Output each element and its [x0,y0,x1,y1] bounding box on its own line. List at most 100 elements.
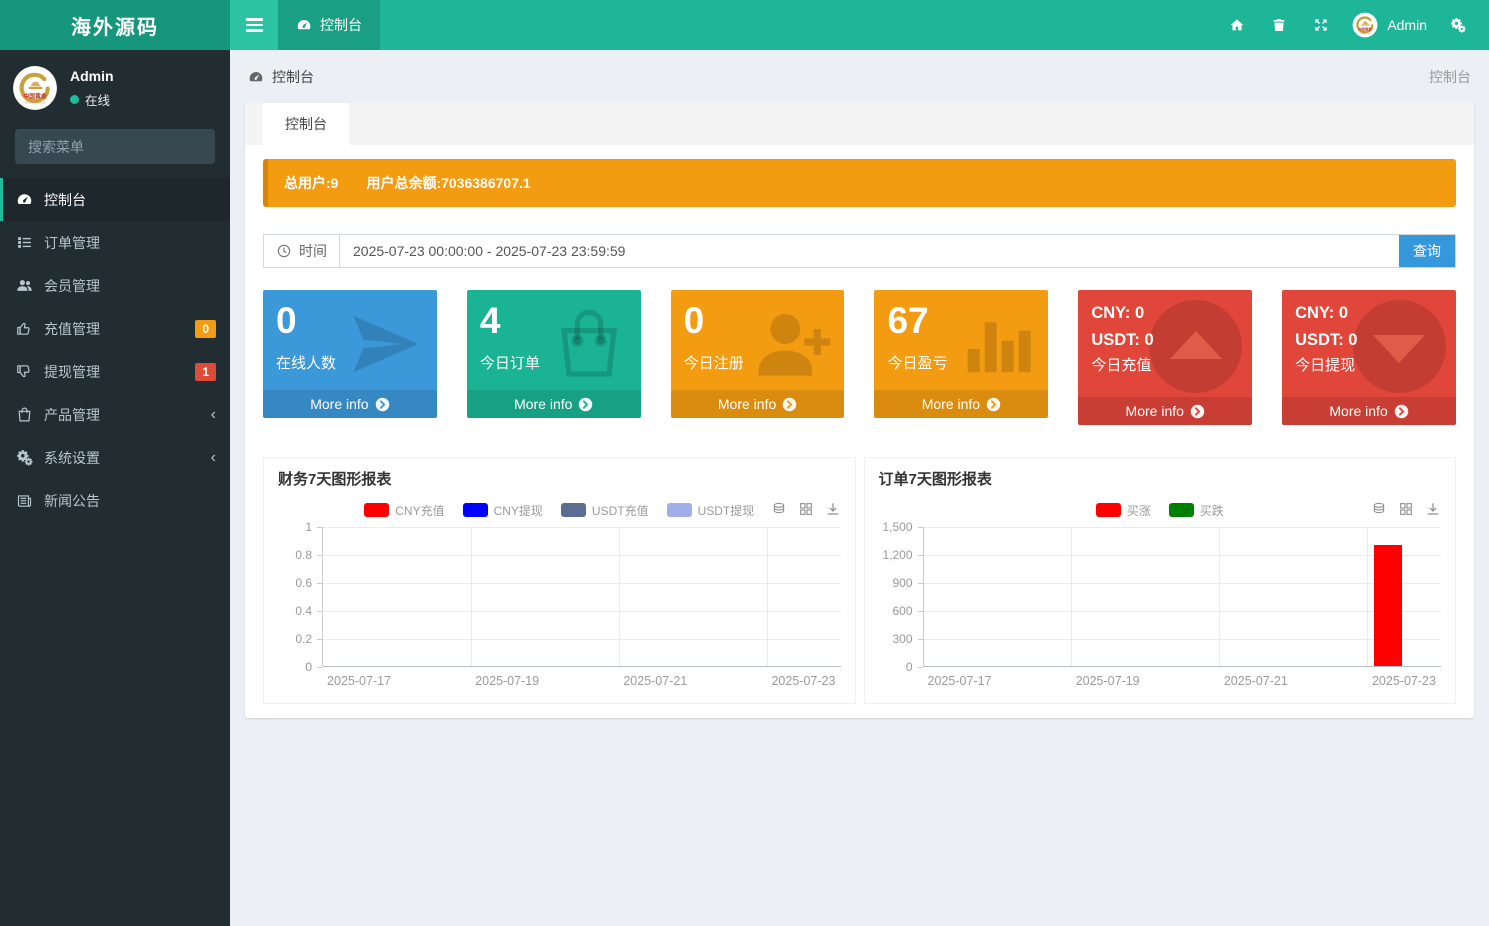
breadcrumb-current: 控制台 [1429,69,1471,85]
gridline [1219,527,1221,666]
sidebar-toggle-button[interactable] [230,0,278,50]
online-status-dot [70,94,79,104]
query-button[interactable]: 查询 [1399,235,1455,267]
stack-icon[interactable] [771,501,787,520]
download-icon[interactable] [1425,501,1441,520]
time-filter-label: 时间 [264,235,340,267]
stat-number: 4 [479,300,501,341]
tab-dashboard[interactable]: 控制台 [263,103,349,145]
sidebar-item-products[interactable]: 产品管理 ‹ [0,393,230,436]
chart-title: 订单7天图形报表 [878,471,992,488]
avatar: 中国黄金 CHINA GOLD [1352,12,1378,38]
home-button[interactable] [1216,0,1258,50]
sidebar-item-dashboard[interactable]: 控制台 [0,178,230,221]
gears-icon [15,448,34,467]
more-info-link[interactable]: More info [466,390,641,418]
y-tick-label: 1,200 [882,548,913,562]
trash-button[interactable] [1258,0,1300,50]
y-tick-label: 0.2 [295,632,312,646]
stat-label: 今日注册 [683,354,744,372]
sidebar-user-status[interactable]: 在线 [70,90,114,109]
search-input[interactable] [15,129,215,164]
sidebar-item-recharge[interactable]: 充值管理 0 [0,307,230,350]
total-balance: 用户总余额:7036386707.1 [366,175,531,191]
legend-item[interactable]: 买跌 [1168,502,1224,519]
stat-line: USDT: 0 [1295,331,1358,350]
y-tick-label: 0.6 [295,576,312,590]
tiled-icon[interactable] [1398,501,1414,520]
time-range-input[interactable]: 2025-07-23 00:00:00 - 2025-07-23 23:59:5… [340,235,1399,267]
list-icon [15,233,34,252]
arrow-circle-right-icon [578,397,593,412]
y-axis: 0 300 600 900 1,200 1,500 [879,520,923,674]
arrow-circle-right-icon [986,397,1001,412]
more-info-link[interactable]: More info [263,390,437,418]
legend-item[interactable]: USDT充值 [560,502,649,519]
navbar-tab-dashboard[interactable]: 控制台 [278,0,380,50]
legend-item[interactable]: CNY充值 [364,502,445,519]
stat-label: 今日盈亏 [887,354,948,372]
chart-title: 财务7天图形报表 [278,471,392,488]
sidebar-item-label: 控制台 [44,191,86,208]
time-filter: 时间 2025-07-23 00:00:00 - 2025-07-23 23:5… [263,234,1456,268]
tab-header: 控制台 [245,103,1474,145]
y-tick-label: 0 [305,660,312,674]
users-icon [15,276,34,295]
chart-plot [922,527,1441,667]
gridline [1367,527,1369,666]
svg-text:CHINA GOLD: CHINA GOLD [1360,32,1372,35]
sidebar-user-name: Admin [70,67,114,84]
legend-swatch [364,503,390,517]
dashboard-card: 控制台 总用户:9 用户总余额:7036386707.1 时间 2025-07-… [245,103,1474,718]
legend-item[interactable]: 买涨 [1095,502,1151,519]
fullscreen-button[interactable] [1300,0,1342,50]
avatar: 中国黄金 CHINA GOLD [12,65,58,111]
x-tick-label: 2025-07-21 [623,674,688,688]
settings-button[interactable] [1437,0,1479,50]
y-tick-label: 300 [892,632,913,646]
sidebar-item-withdraw[interactable]: 提现管理 1 [0,350,230,393]
stat-label: 今日订单 [479,354,540,372]
legend-item[interactable]: CNY提现 [462,502,543,519]
y-tick-label: 1 [305,520,312,534]
more-info-link[interactable]: More info [1078,397,1253,425]
user-menu[interactable]: 中国黄金 CHINA GOLD Admin [1342,12,1437,38]
download-icon[interactable] [825,501,841,520]
navbar-tab-label: 控制台 [320,17,362,33]
stat-number: 0 [683,300,705,341]
stat-box-today-orders: 4 今日订单 More info [466,290,641,418]
legend-swatch [560,503,586,517]
x-tick-label: 2025-07-17 [927,674,992,688]
charts-row: 财务7天图形报表 CNY充值 CNY提现 USDT充值 USDT提现 0 0.2 0.4 0… [263,457,1456,704]
gridline [923,639,1441,640]
stack-icon[interactable] [1371,501,1387,520]
sidebar-item-news[interactable]: 新闻公告 [0,479,230,522]
tiled-icon[interactable] [798,501,814,520]
x-tick-label: 2025-07-17 [327,674,392,688]
sidebar-item-members[interactable]: 会员管理 [0,264,230,307]
chart-legend: CNY充值 CNY提现 USDT充值 USDT提现 [278,501,841,519]
chart-plot [322,527,841,667]
arrow-circle-right-icon [1190,404,1205,419]
stat-line: 今日提现 [1295,357,1356,375]
thumbs-up-icon [15,319,34,338]
home-icon [1229,17,1245,33]
sidebar-item-settings[interactable]: 系统设置 ‹ [0,436,230,479]
more-info-link[interactable]: More info [874,390,1049,418]
legend-item[interactable]: USDT提现 [666,502,754,519]
more-info-link[interactable]: More info [670,390,845,418]
stat-line: CNY: 0 [1091,304,1145,322]
stat-box-today-withdraw: CNY: 0 USDT: 0 今日提现 More info [1282,290,1456,425]
arrow-circle-right-icon [375,397,390,412]
more-info-link[interactable]: More info [1282,397,1456,425]
sidebar-search [15,129,215,164]
gauge-icon [248,69,264,85]
sidebar-item-orders[interactable]: 订单管理 [0,221,230,264]
x-tick-label: 2025-07-19 [475,674,540,688]
page-title: 控制台 [272,69,314,85]
sidebar-item-label: 系统设置 [44,449,100,466]
gridline [323,527,841,528]
content-area: 控制台 控制台 控制台 总用户:9 用户总余额:7036386707.1 时间 … [230,50,1489,926]
brand-logo[interactable]: 海外源码 [0,0,230,50]
x-tick-label: 2025-07-23 [1371,674,1436,688]
